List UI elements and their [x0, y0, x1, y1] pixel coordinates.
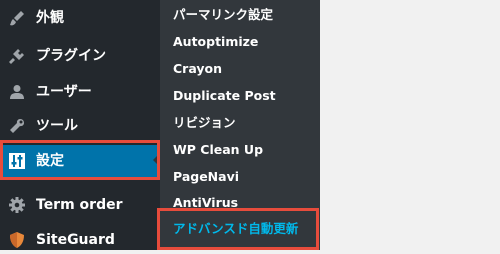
sidebar-item-plugins[interactable]: プラグイン: [0, 42, 160, 70]
submenu-item-crayon[interactable]: Crayon: [160, 56, 320, 82]
content-area: [320, 0, 500, 250]
sidebar-item-tools[interactable]: ツール: [0, 112, 160, 140]
sidebar-item-appearance[interactable]: 外観: [0, 4, 160, 32]
paintbrush-icon: [8, 9, 26, 27]
submenu-item-autoptimize[interactable]: Autoptimize: [160, 29, 320, 55]
plug-icon: [8, 47, 26, 65]
settings-sliders-icon: [8, 152, 26, 170]
submenu-item-antivirus[interactable]: AntiVirus: [160, 190, 320, 216]
sidebar-item-term-order[interactable]: Term order: [0, 191, 160, 219]
sidebar-item-label: プラグイン: [36, 48, 106, 64]
user-icon: [8, 83, 26, 101]
submenu-item-permalink[interactable]: パーマリンク設定: [160, 2, 320, 28]
wrench-icon: [8, 117, 26, 135]
sidebar-item-settings[interactable]: 設定: [0, 145, 160, 177]
sidebar-item-label: Term order: [36, 197, 123, 213]
submenu-item-pagenavi[interactable]: PageNavi: [160, 164, 320, 190]
sidebar-item-label: 設定: [36, 153, 64, 169]
gear-icon: [8, 196, 26, 214]
sidebar-item-label: SiteGuard: [36, 232, 115, 248]
shield-icon: [8, 231, 26, 249]
sidebar-item-label: ツール: [36, 118, 78, 134]
sidebar-item-label: ユーザー: [36, 84, 92, 100]
sidebar-item-label: 外観: [36, 10, 64, 26]
settings-flyout-submenu: パーマリンク設定 Autoptimize Crayon Duplicate Po…: [160, 0, 320, 250]
sidebar-item-users[interactable]: ユーザー: [0, 78, 160, 106]
submenu-item-revisions[interactable]: リビジョン: [160, 110, 320, 136]
submenu-item-wp-clean-up[interactable]: WP Clean Up: [160, 137, 320, 163]
submenu-item-duplicate-post[interactable]: Duplicate Post: [160, 83, 320, 109]
admin-sidebar: 外観 プラグイン ユーザー ツール 設定 Term order SiteGuar…: [0, 0, 160, 250]
submenu-item-advanced-auto-update[interactable]: アドバンスド自動更新: [160, 216, 320, 242]
